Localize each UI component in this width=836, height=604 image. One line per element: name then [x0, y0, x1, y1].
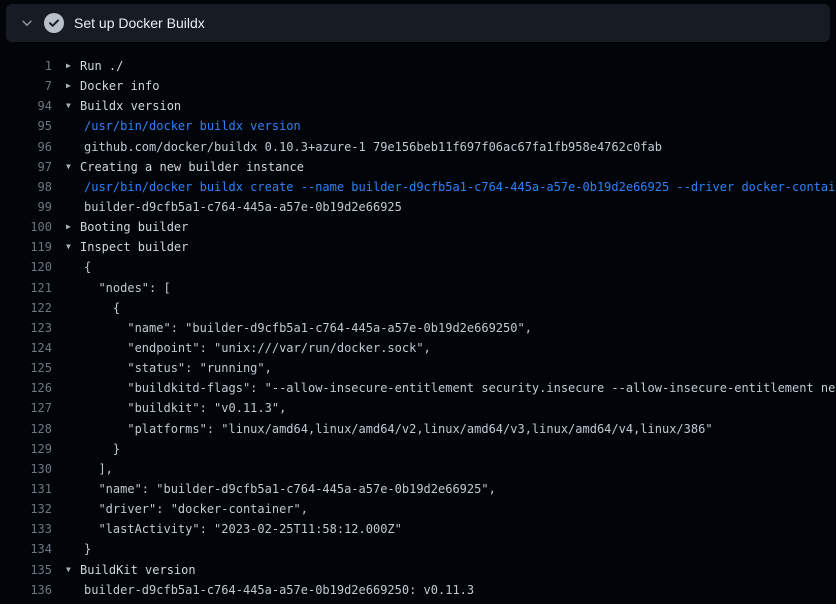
log-line-text: "buildkitd-flags": "--allow-insecure-ent…	[66, 378, 836, 398]
log-line-text: "endpoint": "unix:///var/run/docker.sock…	[66, 338, 431, 358]
group-toggle-icon[interactable]: ▼	[66, 96, 80, 116]
line-number[interactable]: 128	[0, 419, 52, 439]
check-circle-icon	[44, 13, 64, 33]
log-line-text[interactable]: Inspect builder	[80, 237, 188, 257]
log-line: 136 builder-d9cfb5a1-c764-445a-a57e-0b19…	[0, 580, 836, 600]
group-toggle-icon[interactable]: ▶	[66, 56, 80, 76]
line-number[interactable]: 100	[0, 217, 52, 237]
step-header[interactable]: Set up Docker Buildx	[6, 4, 830, 42]
group-toggle-icon[interactable]: ▼	[66, 237, 80, 257]
line-number[interactable]: 7	[0, 76, 52, 96]
log-line-text[interactable]: Booting builder	[80, 217, 188, 237]
log-line-text: "status": "running",	[66, 358, 272, 378]
log-line-text: "lastActivity": "2023-02-25T11:58:12.000…	[66, 519, 402, 539]
log-line-text: "platforms": "linux/amd64,linux/amd64/v2…	[66, 419, 713, 439]
line-number[interactable]: 124	[0, 338, 52, 358]
group-toggle-icon[interactable]: ▼	[66, 157, 80, 177]
log-line: 122 {	[0, 298, 836, 318]
log-line[interactable]: 1 ▶ Run ./	[0, 56, 836, 76]
line-number[interactable]: 134	[0, 539, 52, 559]
line-number[interactable]: 98	[0, 177, 52, 197]
log-line-text: }	[66, 439, 120, 459]
line-number[interactable]: 1	[0, 56, 52, 76]
log-line-text: "nodes": [	[66, 278, 171, 298]
log-line: 134 }	[0, 539, 836, 559]
line-number[interactable]: 96	[0, 137, 52, 157]
log-line-text: {	[66, 298, 120, 318]
log-area: 1 ▶ Run ./ 7 ▶ Docker info 94 ▼ Buildx v…	[0, 42, 836, 600]
log-line: 123 "name": "builder-d9cfb5a1-c764-445a-…	[0, 318, 836, 338]
log-line[interactable]: 94 ▼ Buildx version	[0, 96, 836, 116]
line-number[interactable]: 99	[0, 197, 52, 217]
log-line: 128 "platforms": "linux/amd64,linux/amd6…	[0, 419, 836, 439]
line-number[interactable]: 122	[0, 298, 52, 318]
log-line-text: github.com/docker/buildx 0.10.3+azure-1 …	[66, 137, 662, 157]
log-line: 98 /usr/bin/docker buildx create --name …	[0, 177, 836, 197]
actions-log-viewer: Set up Docker Buildx 1 ▶ Run ./ 7 ▶ Dock…	[0, 4, 836, 604]
log-line: 124 "endpoint": "unix:///var/run/docker.…	[0, 338, 836, 358]
group-toggle-icon[interactable]: ▶	[66, 76, 80, 96]
line-number[interactable]: 129	[0, 439, 52, 459]
line-number[interactable]: 135	[0, 560, 52, 580]
log-line[interactable]: 7 ▶ Docker info	[0, 76, 836, 96]
log-line: 127 "buildkit": "v0.11.3",	[0, 398, 836, 418]
log-line-text: }	[66, 539, 91, 559]
group-toggle-icon[interactable]: ▼	[66, 560, 80, 580]
log-line: 132 "driver": "docker-container",	[0, 499, 836, 519]
log-line: 99 builder-d9cfb5a1-c764-445a-a57e-0b19d…	[0, 197, 836, 217]
line-number[interactable]: 120	[0, 257, 52, 277]
chevron-down-icon[interactable]	[20, 16, 34, 30]
log-line-text: builder-d9cfb5a1-c764-445a-a57e-0b19d2e6…	[66, 197, 402, 217]
line-number[interactable]: 126	[0, 378, 52, 398]
log-line-text: "name": "builder-d9cfb5a1-c764-445a-a57e…	[66, 479, 496, 499]
log-line[interactable]: 97 ▼ Creating a new builder instance	[0, 157, 836, 177]
log-line: 95 /usr/bin/docker buildx version	[0, 116, 836, 136]
group-toggle-icon[interactable]: ▶	[66, 217, 80, 237]
line-number[interactable]: 127	[0, 398, 52, 418]
line-number[interactable]: 131	[0, 479, 52, 499]
log-line[interactable]: 100 ▶ Booting builder	[0, 217, 836, 237]
line-number[interactable]: 97	[0, 157, 52, 177]
log-line-text: "buildkit": "v0.11.3",	[66, 398, 286, 418]
log-line-text[interactable]: Docker info	[80, 76, 159, 96]
line-number[interactable]: 130	[0, 459, 52, 479]
log-line-text: "name": "builder-d9cfb5a1-c764-445a-a57e…	[66, 318, 532, 338]
log-line: 125 "status": "running",	[0, 358, 836, 378]
line-number[interactable]: 121	[0, 278, 52, 298]
line-number[interactable]: 123	[0, 318, 52, 338]
step-title: Set up Docker Buildx	[74, 16, 205, 30]
log-line-text[interactable]: Buildx version	[80, 96, 181, 116]
log-line-text: ],	[66, 459, 113, 479]
log-line: 129 }	[0, 439, 836, 459]
line-number[interactable]: 119	[0, 237, 52, 257]
log-line-text[interactable]: BuildKit version	[80, 560, 196, 580]
log-line: 96 github.com/docker/buildx 0.10.3+azure…	[0, 137, 836, 157]
line-number[interactable]: 133	[0, 519, 52, 539]
line-number[interactable]: 125	[0, 358, 52, 378]
line-number[interactable]: 95	[0, 116, 52, 136]
log-line-text: /usr/bin/docker buildx create --name bui…	[66, 177, 836, 197]
log-line: 130 ],	[0, 459, 836, 479]
log-line: 120 {	[0, 257, 836, 277]
line-number[interactable]: 94	[0, 96, 52, 116]
log-line-text[interactable]: Run ./	[80, 56, 123, 76]
log-line-text: "driver": "docker-container",	[66, 499, 308, 519]
log-line[interactable]: 119 ▼ Inspect builder	[0, 237, 836, 257]
log-line-text[interactable]: Creating a new builder instance	[80, 157, 304, 177]
log-line: 131 "name": "builder-d9cfb5a1-c764-445a-…	[0, 479, 836, 499]
log-line: 121 "nodes": [	[0, 278, 836, 298]
log-line: 126 "buildkitd-flags": "--allow-insecure…	[0, 378, 836, 398]
line-number[interactable]: 136	[0, 580, 52, 600]
log-line[interactable]: 135 ▼ BuildKit version	[0, 560, 836, 580]
log-line: 133 "lastActivity": "2023-02-25T11:58:12…	[0, 519, 836, 539]
log-line-text: /usr/bin/docker buildx version	[66, 116, 301, 136]
line-number[interactable]: 132	[0, 499, 52, 519]
log-line-text: builder-d9cfb5a1-c764-445a-a57e-0b19d2e6…	[66, 580, 474, 600]
log-line-text: {	[66, 257, 91, 277]
